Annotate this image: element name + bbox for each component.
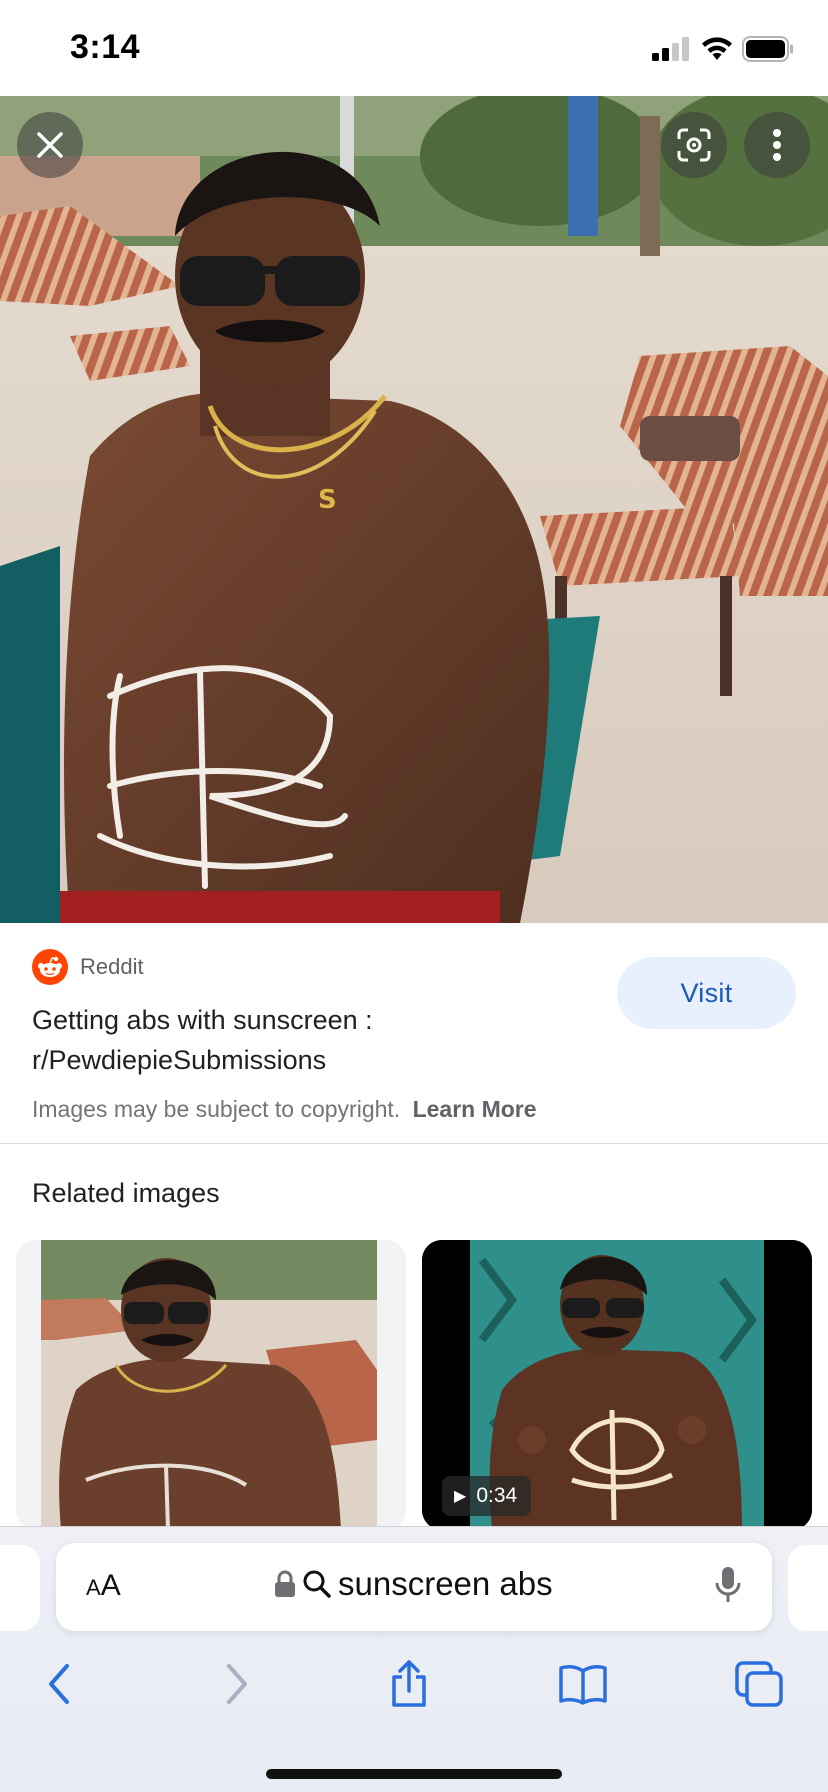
forward-icon (227, 1664, 247, 1704)
back-icon (49, 1664, 69, 1704)
related-images-heading: Related images (32, 1178, 220, 1208)
more-vert-icon (773, 129, 781, 161)
signal-icon (652, 37, 689, 61)
bookmarks-icon (559, 1665, 607, 1705)
copyright-notice: Images may be subject to copyright. Lear… (32, 1096, 537, 1123)
lens-icon (677, 128, 711, 162)
text-size-button[interactable]: AA (86, 1569, 121, 1603)
screen: 3:14 S Reddit Visit Getting abs with sun… (0, 0, 828, 1792)
divider (0, 1143, 828, 1144)
play-icon: ▶ (454, 1488, 467, 1505)
browser-toolbar: AA sunscreen abs (0, 1526, 828, 1792)
back-button[interactable] (34, 1659, 84, 1709)
main-image[interactable]: S (0, 96, 828, 923)
forward-button[interactable] (212, 1659, 262, 1709)
search-icon (303, 1570, 331, 1598)
lens-button[interactable] (661, 112, 727, 178)
video-duration: 0:34 (476, 1484, 518, 1507)
tabs-icon (735, 1661, 783, 1707)
lock-icon (275, 1570, 295, 1597)
svg-text:S: S (318, 485, 337, 515)
url-field[interactable]: sunscreen abs (274, 1565, 553, 1603)
tabs-button[interactable] (734, 1659, 784, 1709)
microphone-icon (715, 1567, 741, 1602)
result-title[interactable]: Getting abs with sunscreen : r/Pewdiepie… (32, 1000, 592, 1080)
next-tab-peek[interactable] (788, 1545, 828, 1631)
reddit-icon (32, 949, 68, 985)
source-name: Reddit (80, 954, 144, 979)
video-duration-badge: ▶ 0:34 (442, 1476, 532, 1516)
related-image-1[interactable] (16, 1240, 406, 1530)
close-icon (37, 132, 63, 158)
wifi-icon (702, 37, 732, 60)
related-image-1-illustration (41, 1240, 377, 1530)
copyright-text: Images may be subject to copyright. (32, 1096, 401, 1122)
share-button[interactable] (384, 1659, 434, 1709)
battery-icon (742, 36, 793, 62)
microphone-button[interactable] (714, 1565, 742, 1610)
share-icon (392, 1660, 426, 1707)
close-button[interactable] (17, 112, 83, 178)
previous-tab-peek[interactable] (0, 1545, 40, 1631)
learn-more-link[interactable]: Learn More (413, 1096, 537, 1122)
address-bar[interactable]: AA sunscreen abs (56, 1543, 772, 1631)
more-options-button[interactable] (744, 112, 810, 178)
source-row[interactable]: Reddit (32, 949, 144, 985)
related-video-2[interactable]: ▶ 0:34 (422, 1240, 812, 1530)
home-indicator[interactable] (266, 1769, 562, 1779)
url-text: sunscreen abs (338, 1565, 553, 1602)
main-image-illustration: S (0, 96, 828, 923)
status-time: 3:14 (70, 28, 141, 66)
visit-button[interactable]: Visit (617, 957, 796, 1029)
bookmarks-button[interactable] (558, 1659, 608, 1709)
status-bar: 3:14 (0, 0, 828, 96)
